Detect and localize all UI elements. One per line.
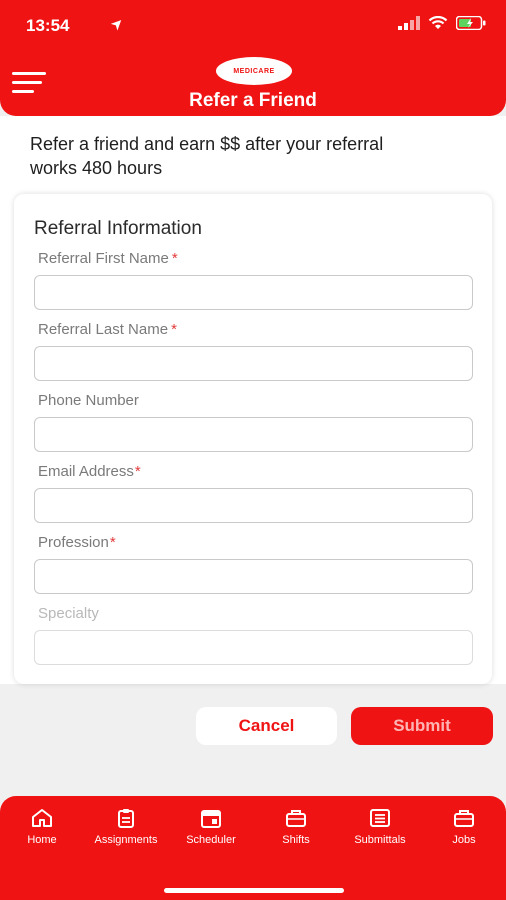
wifi-icon [428,16,448,29]
bottom-nav: Home Assignments Scheduler Shifts Submit… [0,796,506,900]
home-icon [32,809,52,827]
first-name-input[interactable] [34,275,473,310]
nav-item-shifts[interactable]: Shifts [274,808,318,846]
phone-number-input[interactable] [34,417,473,452]
cancel-button[interactable]: Cancel [196,707,337,745]
briefcase-icon [454,810,474,827]
email-input[interactable] [34,488,473,523]
last-name-input[interactable] [34,346,473,381]
nav-item-scheduler[interactable]: Scheduler [178,808,244,846]
page-title: Refer a Friend [189,90,317,111]
document-list-icon [370,809,390,827]
intro-text: Refer a friend and earn $$ after your re… [30,134,384,178]
status-time: 13:54 [26,16,70,35]
specialty-input[interactable] [34,630,473,665]
nav-item-assignments[interactable]: Assignments [86,808,166,846]
status-indicators [398,16,486,30]
clipboard-icon [118,809,134,828]
profession-input[interactable] [34,559,473,594]
calendar-icon [201,810,221,828]
nav-item-submittals[interactable]: Submittals [344,808,416,846]
last-name-label: Referral Last Name * [38,321,177,338]
logo-text: MEDICARE [233,67,275,75]
status-bar: 13:54 ➤ [26,14,486,38]
medicare-logo: MEDICARE [216,57,292,85]
battery-icon [456,16,486,30]
location-arrow-icon: ➤ [107,14,127,33]
phone-number-label: Phone Number [38,392,139,409]
email-label: Email Address* [38,463,141,480]
profession-label: Profession* [38,534,116,551]
first-name-label: Referral First Name * [38,250,178,267]
signal-icon [398,16,420,30]
referral-content: Refer a friend and earn $$ after your re… [0,116,506,684]
nav-item-jobs[interactable]: Jobs [446,808,482,846]
nav-item-home[interactable]: Home [22,808,62,846]
home-indicator[interactable] [164,888,344,893]
form-section-title: Referral Information [34,218,202,239]
specialty-label: Specialty [38,605,99,622]
referral-form-card: Referral Information Referral First Name… [14,194,492,684]
app-header: 13:54 ➤ MEDICARE Refer a Friend [0,0,506,116]
briefcase-icon [286,810,306,827]
submit-button[interactable]: Submit [351,707,493,745]
